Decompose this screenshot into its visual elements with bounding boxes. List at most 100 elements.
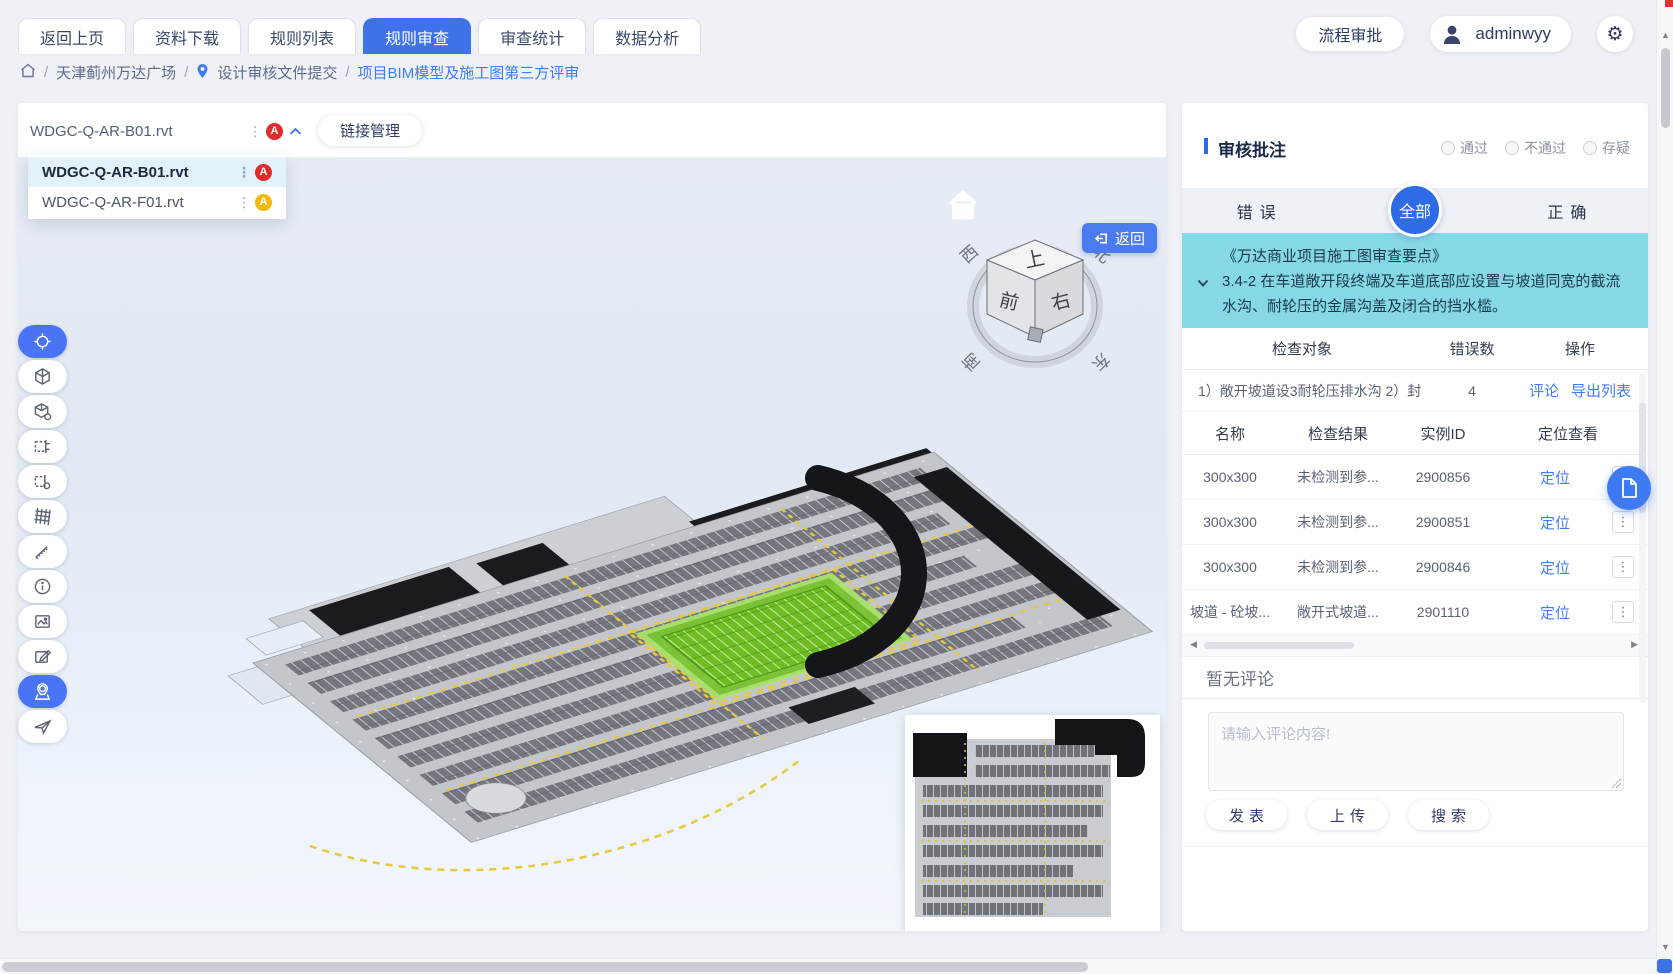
exit-back-icon <box>1094 231 1109 246</box>
page-horizontal-scrollbar[interactable] <box>0 958 1656 974</box>
comment-link[interactable]: 评论 <box>1529 383 1559 400</box>
table-horizontal-scrollbar[interactable]: ◀ ▶ <box>1182 635 1648 657</box>
file-dropdown-item[interactable]: WDGC-Q-AR-F01.rvt ⋮ A <box>28 187 286 217</box>
document-fab-button[interactable] <box>1607 466 1651 510</box>
scrollbar-thumb[interactable] <box>1204 642 1354 649</box>
bim-3d-canvas[interactable]: 上 前 右 西 北 南 东 返回 <box>18 158 1166 931</box>
send-plane-icon[interactable] <box>18 710 67 743</box>
kebab-menu-icon[interactable]: ⋮ <box>237 195 251 209</box>
viewer-back-button[interactable]: 返回 <box>1082 223 1157 253</box>
export-list-link[interactable]: 导出列表 <box>1571 383 1631 400</box>
section-box-icon[interactable] <box>18 465 67 498</box>
radio-circle-icon[interactable] <box>1441 141 1455 155</box>
chevron-down-icon[interactable] <box>1197 272 1209 284</box>
review-annotation-panel: 审核批注 通过 不通过 存疑 错误 正确 全部 《万达商业项目施工图审查要点》 … <box>1182 103 1648 931</box>
file-dropdown-item[interactable]: WDGC-Q-AR-B01.rvt ⋮ A <box>28 157 286 187</box>
view-cube-faces: 上 前 右 <box>987 240 1083 342</box>
chevron-up-icon[interactable] <box>289 123 302 140</box>
image-snapshot-icon[interactable] <box>18 605 67 638</box>
rule-highlight-item[interactable]: 《万达商业项目施工图审查要点》 3.4-2 在车道敞开段终端及车道底部应设置与坡… <box>1182 233 1648 328</box>
comment-actions: 发表 上传 搜索 <box>1206 800 1648 830</box>
row-kebab-menu[interactable]: ⋮ <box>1612 511 1634 533</box>
upload-button[interactable]: 上传 <box>1307 800 1388 830</box>
comment-input[interactable]: 请输入评论内容! <box>1208 712 1624 791</box>
section-plane-icon[interactable] <box>18 430 67 463</box>
publish-button[interactable]: 发表 <box>1206 800 1287 830</box>
measure-ruler-icon[interactable] <box>18 535 67 568</box>
grade-badge-red: A <box>255 164 272 181</box>
rule-source: 《万达商业项目施工图审查要点》 <box>1222 244 1630 269</box>
scroll-right-arrow-icon[interactable]: ▶ <box>1631 639 1638 650</box>
corner-marker <box>1665 0 1673 7</box>
comments-empty-text: 暂无评论 <box>1182 657 1648 699</box>
panel-header: 审核批注 通过 不通过 存疑 <box>1182 103 1648 188</box>
search-button[interactable]: 搜索 <box>1408 800 1489 830</box>
locate-pin-icon[interactable] <box>18 675 67 708</box>
row-kebab-menu[interactable]: ⋮ <box>1612 601 1634 623</box>
model-cube-config-icon[interactable] <box>18 395 67 428</box>
breadcrumb-project[interactable]: 天津蓟州万达广场 <box>56 62 176 83</box>
selected-file-label: WDGC-Q-AR-B01.rvt <box>30 123 173 140</box>
breadcrumb-stage[interactable]: 设计审核文件提交 <box>217 62 337 83</box>
scroll-down-arrow-icon[interactable]: ▼ <box>1657 942 1673 952</box>
corner-notes-icon[interactable] <box>1657 959 1672 973</box>
kebab-menu-icon[interactable]: ⋮ <box>248 124 262 138</box>
locate-link[interactable]: 定位 <box>1540 557 1570 578</box>
tab-rule-list[interactable]: 规则列表 <box>248 18 356 54</box>
scroll-up-arrow-icon[interactable]: ▲ <box>1657 30 1673 40</box>
markup-edit-icon[interactable] <box>18 640 67 673</box>
scrollbar-thumb[interactable] <box>2 962 1088 972</box>
user-menu[interactable]: adminwyy <box>1430 16 1571 52</box>
tab-all[interactable]: 全部 <box>1388 183 1442 237</box>
rule-clause: 3.4-2 在车道敞开段终端及车道底部应设置与坡道同宽的截流水沟、耐轮压的金属沟… <box>1222 269 1630 319</box>
radio-circle-icon[interactable] <box>1583 141 1597 155</box>
tab-downloads[interactable]: 资料下载 <box>133 18 241 54</box>
check-table-row: 1）敞开坡道设3耐轮压排水沟 2）封闭 4 评论 导出列表 <box>1182 370 1648 412</box>
locate-link[interactable]: 定位 <box>1540 512 1570 533</box>
review-options: 通过 不通过 存疑 <box>1441 138 1630 158</box>
kebab-menu-icon[interactable]: ⋮ <box>237 165 251 179</box>
tab-correct[interactable]: 正确 <box>1493 199 1648 223</box>
model-viewer-card: WDGC-Q-AR-B01.rvt ⋮ A 链接管理 WDGC-Q-AR-B01… <box>18 103 1166 931</box>
detail-table-row: 300x300 未检测到参... 2900851 定位 ⋮ <box>1182 500 1648 545</box>
radio-doubt[interactable]: 存疑 <box>1583 138 1630 158</box>
radio-pass[interactable]: 通过 <box>1441 138 1488 158</box>
svg-text:东: 东 <box>1088 349 1113 374</box>
username-label: adminwyy <box>1475 24 1551 44</box>
top-actions: 流程审批 adminwyy ⚙ <box>1296 16 1633 52</box>
svg-text:南: 南 <box>959 349 984 374</box>
user-avatar-icon <box>1438 20 1466 48</box>
link-manage-button[interactable]: 链接管理 <box>318 115 422 146</box>
viewer-toolbar <box>18 325 67 743</box>
model-cube-icon[interactable] <box>18 360 67 393</box>
check-table-header: 检查对象 错误数 操作 <box>1182 328 1648 370</box>
tab-back-home[interactable]: 返回上页 <box>18 18 126 54</box>
grid-icon[interactable] <box>18 500 67 533</box>
detail-table-row: 坡道 - 砼坡... 敞开式坡道... 2901110 定位 ⋮ <box>1182 590 1648 635</box>
model-grade-badge: A <box>266 123 283 140</box>
resize-grip-icon[interactable] <box>1611 778 1621 788</box>
tab-review-stats[interactable]: 审查统计 <box>478 18 586 54</box>
radio-fail[interactable]: 不通过 <box>1505 138 1566 158</box>
tab-data-analysis[interactable]: 数据分析 <box>593 18 701 54</box>
tab-rule-review[interactable]: 规则审查 <box>363 18 471 54</box>
row-kebab-menu[interactable]: ⋮ <box>1612 556 1634 578</box>
focus-crosshair-icon[interactable] <box>18 325 67 358</box>
workflow-approve-button[interactable]: 流程审批 <box>1296 17 1404 51</box>
settings-gear-icon[interactable]: ⚙ <box>1597 16 1633 52</box>
model-file-select[interactable]: WDGC-Q-AR-B01.rvt ⋮ A <box>30 115 302 147</box>
tab-errors[interactable]: 错误 <box>1182 199 1337 223</box>
check-object: 1）敞开坡道设3耐轮压排水沟 2）封闭 <box>1182 381 1422 401</box>
top-tab-bar: 返回上页 资料下载 规则列表 规则审查 审查统计 数据分析 <box>18 18 701 54</box>
locate-link[interactable]: 定位 <box>1540 467 1570 488</box>
radio-circle-icon[interactable] <box>1505 141 1519 155</box>
home-icon[interactable] <box>20 63 36 82</box>
page-vertical-scrollbar[interactable]: ▲ ▼ <box>1656 0 1673 974</box>
breadcrumb-current[interactable]: 项目BIM模型及施工图第三方评审 <box>358 62 580 83</box>
scrollbar-thumb[interactable] <box>1661 48 1670 128</box>
minimap[interactable] <box>905 715 1160 931</box>
scroll-left-arrow-icon[interactable]: ◀ <box>1190 639 1197 650</box>
grade-badge-yellow: A <box>255 194 272 211</box>
locate-link[interactable]: 定位 <box>1540 602 1570 623</box>
info-icon[interactable] <box>18 570 67 603</box>
